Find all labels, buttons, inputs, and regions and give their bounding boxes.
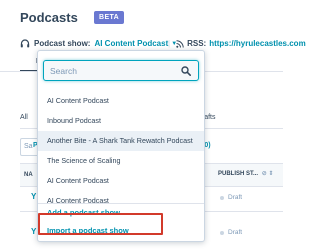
divider: | xyxy=(168,39,171,48)
dropdown-option[interactable]: AI Content Podcast xyxy=(38,91,204,111)
dropdown-options-list[interactable]: AI Content Podcast Inbound Podcast Anoth… xyxy=(38,91,204,214)
rss-icon xyxy=(176,39,184,48)
sort-icon: ⊘ ⇕ xyxy=(261,171,274,177)
podcast-show-selector[interactable]: Podcast show: AI Content Podcast ▼ xyxy=(20,39,177,48)
import-podcast-show-link[interactable]: Import a podcast show xyxy=(47,222,129,239)
status-badge: Draft xyxy=(220,194,242,201)
dropdown-option[interactable]: AI Content Podcast xyxy=(38,171,204,191)
table-row-title[interactable]: Y xyxy=(31,192,36,201)
dropdown-search-field[interactable] xyxy=(43,60,199,81)
rss-url-link[interactable]: https://hyrulecastles.com xyxy=(209,39,305,48)
podcast-show-value[interactable]: AI Content Podcast xyxy=(94,39,168,48)
column-name-header[interactable]: NA xyxy=(24,172,33,178)
dropdown-option[interactable]: The Science of Scaling xyxy=(38,151,204,171)
status-badge: Draft xyxy=(220,229,242,236)
dropdown-option-hovered[interactable]: Another Bite - A Shark Tank Rewatch Podc… xyxy=(38,131,204,151)
podcast-show-label: Podcast show: xyxy=(34,39,91,48)
headphones-icon xyxy=(20,39,30,48)
filter-all-tab[interactable]: All xyxy=(20,114,28,121)
search-icon[interactable] xyxy=(181,66,191,76)
page-title: Podcasts xyxy=(20,10,78,25)
column-publish-status-label: PUBLISH ST... xyxy=(218,171,259,177)
rss-row: | RSS: https://hyrulecastles.com xyxy=(168,39,306,48)
table-row-title[interactable]: Y xyxy=(31,227,36,236)
status-dot-icon xyxy=(220,230,224,235)
dropdown-option[interactable]: Inbound Podcast xyxy=(38,111,204,131)
podcast-show-dropdown: AI Content Podcast Inbound Podcast Anoth… xyxy=(37,50,205,242)
beta-badge: BETA xyxy=(94,11,125,24)
status-text: Draft xyxy=(228,194,243,201)
dropdown-search-input[interactable] xyxy=(44,61,174,80)
column-publish-status-header[interactable]: PUBLISH ST... ⊘ ⇕ xyxy=(218,170,273,177)
status-dot-icon xyxy=(220,195,224,200)
rss-label: RSS: xyxy=(187,39,207,48)
status-text: Draft xyxy=(228,229,243,236)
add-podcast-show-link[interactable]: Add a podcast show xyxy=(47,204,120,222)
